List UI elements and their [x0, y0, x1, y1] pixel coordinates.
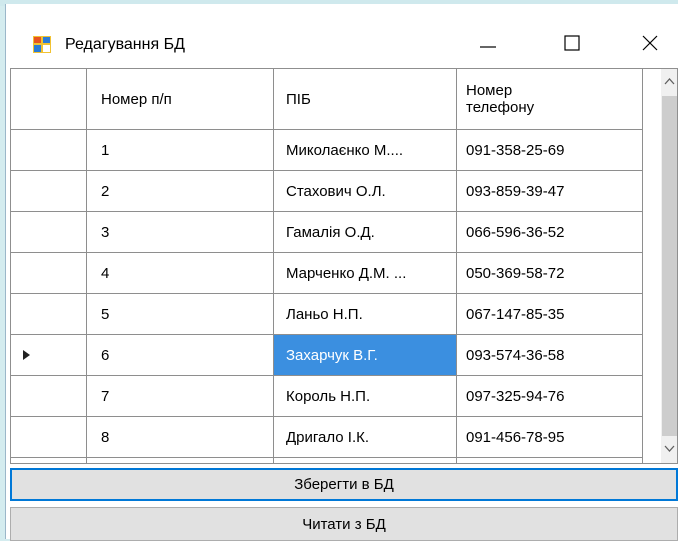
grid-cell[interactable]: 5	[87, 294, 274, 335]
grid-cell[interactable]: 6	[87, 335, 274, 376]
scroll-up-icon[interactable]	[664, 77, 675, 85]
row-header[interactable]	[11, 212, 87, 253]
grid-cell[interactable]: Гамалія О.Д.	[274, 212, 457, 253]
grid-cell[interactable]: 7	[87, 376, 274, 417]
grid-cell[interactable]: Ланьо Н.П.	[274, 294, 457, 335]
current-row-arrow-icon	[23, 350, 30, 360]
grid-cell[interactable]: Дригало І.К.	[274, 417, 457, 458]
save-button-label: Зберегти в БД	[294, 476, 394, 493]
scroll-down-icon[interactable]	[664, 445, 675, 453]
close-button[interactable]	[630, 26, 670, 60]
grid-cell-partial	[457, 458, 643, 463]
header-corner	[11, 69, 87, 130]
window-title: Редагування БД	[65, 36, 185, 53]
column-header-number[interactable]: Номер п/п	[87, 69, 274, 130]
grid-cell[interactable]: Марченко Д.М. ...	[274, 253, 457, 294]
minimize-icon	[480, 46, 496, 48]
vertical-scrollbar[interactable]	[661, 69, 677, 463]
column-header-name[interactable]: ПІБ	[274, 69, 457, 130]
grid-cell[interactable]: 091-358-25-69	[457, 130, 643, 171]
read-button-label: Читати з БД	[302, 515, 386, 533]
column-header-label: ПІБ	[286, 90, 311, 108]
maximize-button[interactable]	[552, 26, 592, 60]
grid-cell[interactable]: 067-147-85-35	[457, 294, 643, 335]
save-to-db-button[interactable]: Зберегти в БД	[10, 468, 678, 501]
column-header-label: Номер п/п	[101, 90, 172, 108]
data-grid[interactable]: Номер п/п ПІБ Номер телефону 1 Миколаєнко…	[10, 68, 678, 464]
grid-cell[interactable]: 066-596-36-52	[457, 212, 643, 253]
scrollbar-thumb[interactable]	[662, 96, 677, 436]
grid-cell-partial	[274, 458, 457, 463]
grid-cell[interactable]: Миколаєнко М....	[274, 130, 457, 171]
grid-cell[interactable]: 3	[87, 212, 274, 253]
grid-cell[interactable]: 1	[87, 130, 274, 171]
column-header-phone[interactable]: Номер телефону	[457, 69, 643, 130]
row-header[interactable]	[11, 130, 87, 171]
title-bar: Редагування БД	[6, 4, 678, 68]
grid-cell[interactable]: Стахович О.Л.	[274, 171, 457, 212]
grid-cell-partial	[87, 458, 274, 463]
grid-cell[interactable]: 4	[87, 253, 274, 294]
grid-cell[interactable]: 8	[87, 417, 274, 458]
minimize-button[interactable]	[468, 26, 508, 60]
maximize-icon	[564, 35, 580, 51]
app-icon	[33, 36, 51, 53]
row-header[interactable]	[11, 376, 87, 417]
grid-cell[interactable]: 097-325-94-76	[457, 376, 643, 417]
read-from-db-button[interactable]: Читати з БД	[10, 507, 678, 541]
app-window: Редагування БД Номер п/п ПІБ Номер телеф…	[5, 4, 678, 541]
row-header[interactable]	[11, 253, 87, 294]
row-header[interactable]	[11, 417, 87, 458]
row-header[interactable]	[11, 171, 87, 212]
column-header-label: Номер телефону	[466, 82, 535, 116]
grid-cell[interactable]: Король Н.П.	[274, 376, 457, 417]
grid-cell-partial	[11, 458, 87, 463]
close-icon	[642, 35, 658, 51]
grid-cell[interactable]: 2	[87, 171, 274, 212]
grid-cell[interactable]: 093-859-39-47	[457, 171, 643, 212]
grid-cell[interactable]: 093-574-36-58	[457, 335, 643, 376]
row-header[interactable]	[11, 294, 87, 335]
row-header[interactable]	[11, 335, 87, 376]
grid-cell[interactable]: Захарчук В.Г.	[274, 335, 457, 376]
grid-cell[interactable]: 091-456-78-95	[457, 417, 643, 458]
grid-cell[interactable]: 050-369-58-72	[457, 253, 643, 294]
